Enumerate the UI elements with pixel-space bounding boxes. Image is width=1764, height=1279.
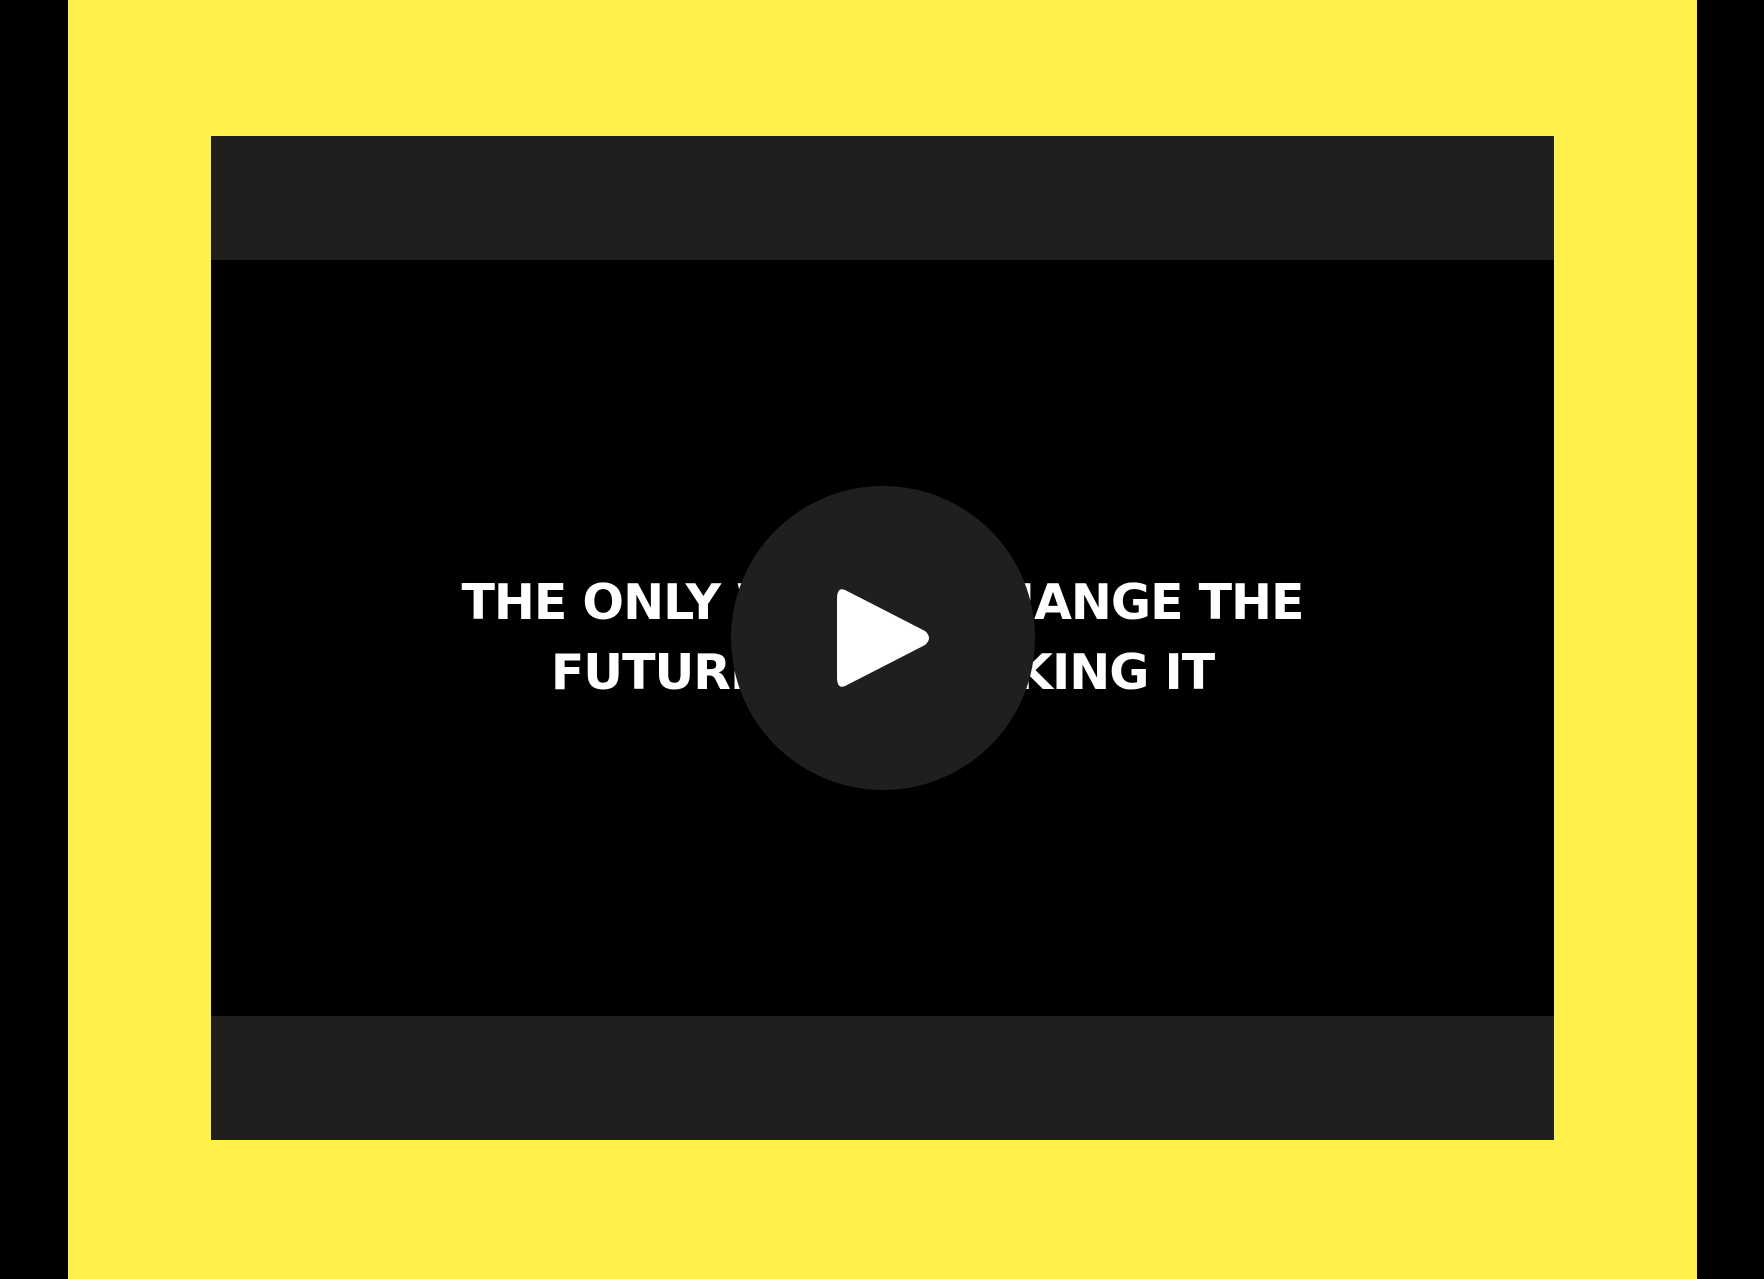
video-player[interactable]: THE ONLY WAY TO CHANGE THE FUTURE IS BY …	[211, 136, 1554, 1140]
play-icon	[837, 589, 929, 687]
page: THE ONLY WAY TO CHANGE THE FUTURE IS BY …	[0, 0, 1764, 1279]
play-button[interactable]	[731, 486, 1035, 790]
